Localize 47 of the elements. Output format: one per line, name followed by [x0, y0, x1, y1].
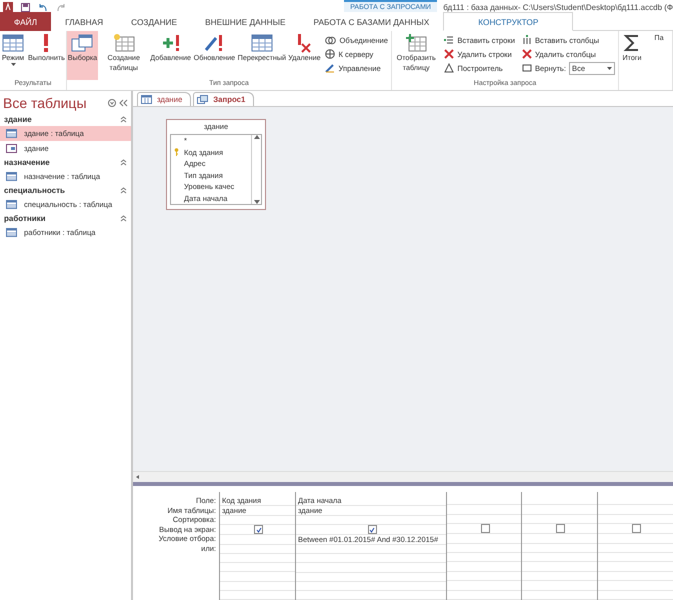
show-checkbox[interactable] [632, 524, 641, 534]
insert-columns-icon [522, 35, 532, 45]
ribbon-tab[interactable]: ФАЙЛ [0, 12, 52, 31]
nav-group-header[interactable]: работники [4, 214, 46, 223]
nav-pane-title[interactable]: Все таблицы [3, 95, 87, 111]
table-icon [141, 95, 152, 104]
builder-icon [444, 63, 454, 73]
caret-icon [607, 66, 612, 70]
key-icon [174, 148, 179, 156]
ribbon-tab[interactable]: РАБОТА С БАЗАМИ ДАННЫХ [300, 12, 444, 31]
undo-icon[interactable] [38, 2, 48, 12]
nav-group-header[interactable]: назначение [4, 158, 50, 167]
table-icon [6, 200, 17, 209]
save-icon[interactable] [21, 2, 30, 12]
insert-rows-icon [444, 35, 454, 45]
collapse-icon[interactable] [108, 99, 128, 107]
tables-icon [71, 33, 94, 53]
show-checkbox[interactable] [480, 524, 490, 534]
globe-icon [325, 49, 336, 59]
form-icon [6, 144, 17, 153]
show-checkbox[interactable] [368, 525, 376, 534]
redo-icon[interactable] [56, 2, 66, 12]
collapse-group-icon[interactable] [120, 187, 127, 194]
delete-icon [522, 49, 532, 59]
nav-group-header[interactable]: специальность [4, 186, 65, 195]
table-icon [250, 33, 273, 53]
return-icon [522, 63, 532, 73]
show-checkbox[interactable] [556, 524, 565, 534]
scroll-down-icon[interactable] [254, 200, 260, 204]
table-icon [6, 228, 17, 237]
sigma-icon [623, 33, 641, 53]
collapse-group-icon[interactable] [120, 116, 127, 123]
delete-icon [444, 49, 454, 59]
add-table-icon [405, 33, 428, 53]
new-table-icon [112, 33, 135, 53]
window-title: бд111 : база данных- C:\Users\Student\Desktop\бд111.accdb (Ф [442, 3, 673, 12]
table-icon [6, 129, 17, 138]
nav-group-header[interactable]: здание [4, 115, 32, 124]
rings-icon [325, 36, 336, 44]
query-icon [197, 95, 208, 104]
scroll-up-icon[interactable] [254, 135, 260, 139]
collapse-group-icon[interactable] [120, 215, 127, 222]
pencil-icon [325, 63, 336, 73]
show-checkbox[interactable] [254, 525, 263, 534]
collapse-group-icon[interactable] [120, 159, 127, 166]
ribbon-tab[interactable]: КОНСТРУКТОР [443, 12, 574, 31]
table-icon [6, 172, 17, 181]
